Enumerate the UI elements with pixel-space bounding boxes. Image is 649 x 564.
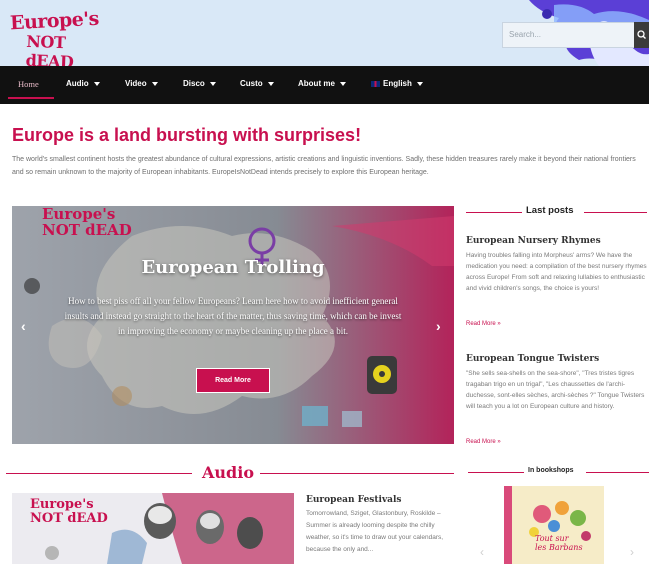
audio-post-excerpt: Tomorrowland, Sziget, Glastonbury, Roski… xyxy=(306,510,444,553)
bookshops-heading: In bookshops xyxy=(466,466,649,478)
book-title-line: les Barbans xyxy=(535,543,583,552)
book-cover[interactable]: Tout sur les Barbans xyxy=(504,486,604,564)
post-title[interactable]: European Nursery Rhymes xyxy=(466,236,601,246)
read-more-link[interactable]: Read More » xyxy=(466,439,501,445)
audio-post-title[interactable]: European Festivals xyxy=(306,495,402,505)
last-posts-heading: Last posts xyxy=(464,205,649,219)
book-title-line: Tout sur xyxy=(535,534,569,543)
nav-item-home[interactable]: Home xyxy=(18,79,39,89)
post-excerpt: Having troubles falling into Morpheus' a… xyxy=(466,252,647,292)
audio-heading-text: Audio xyxy=(202,463,254,482)
read-more-button[interactable]: Read More xyxy=(196,368,270,393)
nav-item-audio-label: Audio xyxy=(66,79,89,88)
heading-rule-left xyxy=(468,472,524,473)
book-prev-icon[interactable]: ‹ xyxy=(480,545,484,559)
book-title: Tout sur les Barbans xyxy=(535,534,583,552)
chevron-down-icon xyxy=(93,81,100,86)
slider-prev-icon[interactable]: ‹ xyxy=(21,318,26,334)
nav-item-language-label: English xyxy=(383,79,412,88)
chevron-down-icon xyxy=(416,81,423,86)
read-more-link[interactable]: Read More » xyxy=(466,321,501,327)
audio-logo-bottom: NOT dEAD xyxy=(30,511,108,526)
chevron-down-icon xyxy=(209,81,216,86)
nav-item-about-me-label: About me xyxy=(298,79,335,88)
site-header: Europe's NOT dEAD Search... xyxy=(0,0,649,66)
book-next-icon[interactable]: › xyxy=(630,545,634,559)
featured-slider[interactable]: Europe's NOT dEAD European Trolling How … xyxy=(12,206,454,444)
search-icon xyxy=(637,30,646,39)
heading-rule-right xyxy=(586,472,649,473)
post-excerpt: "She sells sea-shells on the sea-shore",… xyxy=(466,370,645,410)
site-logo[interactable]: Europe's NOT dEAD xyxy=(8,8,99,66)
slider-next-icon[interactable]: › xyxy=(436,318,441,334)
nav-item-video[interactable]: Video xyxy=(125,79,158,88)
book-cover-art xyxy=(529,501,591,541)
audio-post-logo: Europe's NOT dEAD xyxy=(30,498,108,526)
slider-logo: Europe's NOT dEAD xyxy=(42,206,132,238)
slider-logo-bottom: NOT dEAD xyxy=(42,221,132,239)
nav-item-video-label: Video xyxy=(125,79,147,88)
logo-text-top: Europe's xyxy=(9,7,100,35)
post-title[interactable]: European Tongue Twisters xyxy=(466,354,599,364)
bookshops-heading-text: In bookshops xyxy=(528,467,574,474)
page-title: Europe is a land bursting with surprises… xyxy=(12,125,362,145)
last-posts-heading-text: Last posts xyxy=(526,205,574,216)
search-button[interactable] xyxy=(634,22,649,48)
heading-rule-right xyxy=(260,473,454,474)
heading-rule-left xyxy=(466,212,522,213)
nav-item-custo[interactable]: Custo xyxy=(240,79,274,88)
chevron-down-icon xyxy=(151,81,158,86)
audio-logo-top: Europe's xyxy=(30,497,94,512)
search-input[interactable]: Search... xyxy=(502,22,635,48)
heading-rule-right xyxy=(584,212,647,213)
heading-rule-left xyxy=(6,473,192,474)
slide-title[interactable]: European Trolling xyxy=(12,257,454,278)
nav-item-disco-label: Disco xyxy=(183,79,205,88)
chevron-down-icon xyxy=(339,81,346,86)
chevron-down-icon xyxy=(267,81,274,86)
intro-paragraph: The world's smallest continent hosts the… xyxy=(12,156,636,176)
nav-active-underline xyxy=(8,97,54,99)
nav-item-custo-label: Custo xyxy=(240,79,263,88)
logo-text-bottom: NOT dEAD xyxy=(25,31,74,66)
slide-description: How to best piss off all your fellow Eur… xyxy=(64,296,402,336)
main-nav: Home Audio Video Disco Custo About me En… xyxy=(0,66,649,104)
nav-item-audio[interactable]: Audio xyxy=(66,79,100,88)
audio-post-image[interactable]: Europe's NOT dEAD xyxy=(12,493,294,564)
nav-item-disco[interactable]: Disco xyxy=(183,79,216,88)
nav-item-language[interactable]: English xyxy=(371,79,423,88)
uk-flag-icon xyxy=(371,80,380,87)
nav-item-about-me[interactable]: About me xyxy=(298,79,346,88)
audio-section-heading: Audio xyxy=(6,463,454,483)
slider-logo-top: Europe's xyxy=(42,206,116,223)
